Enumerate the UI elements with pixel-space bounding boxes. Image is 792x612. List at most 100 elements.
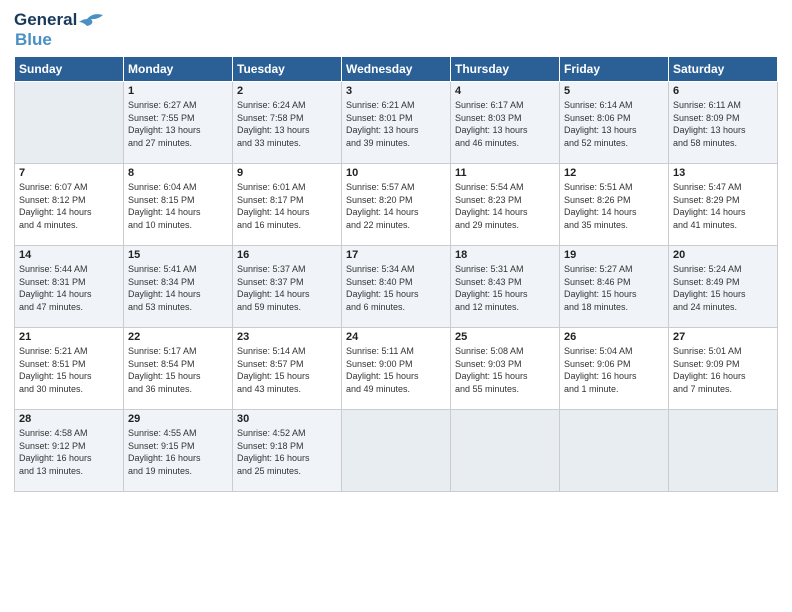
cell-sun-info: Sunrise: 5:24 AM Sunset: 8:49 PM Dayligh… — [673, 263, 773, 313]
header-row: SundayMondayTuesdayWednesdayThursdayFrid… — [15, 57, 778, 82]
header-day-wednesday: Wednesday — [342, 57, 451, 82]
day-number: 25 — [455, 331, 555, 343]
logo-blue: Blue — [14, 30, 52, 50]
cell-sun-info: Sunrise: 6:17 AM Sunset: 8:03 PM Dayligh… — [455, 99, 555, 149]
calendar-cell: 9 Sunrise: 6:01 AM Sunset: 8:17 PM Daylig… — [233, 164, 342, 246]
cell-sun-info: Sunrise: 6:01 AM Sunset: 8:17 PM Dayligh… — [237, 181, 337, 231]
header-day-friday: Friday — [560, 57, 669, 82]
cell-sun-info: Sunrise: 6:27 AM Sunset: 7:55 PM Dayligh… — [128, 99, 228, 149]
cell-sun-info: Sunrise: 5:44 AM Sunset: 8:31 PM Dayligh… — [19, 263, 119, 313]
cell-sun-info: Sunrise: 6:24 AM Sunset: 7:58 PM Dayligh… — [237, 99, 337, 149]
cell-sun-info: Sunrise: 5:08 AM Sunset: 9:03 PM Dayligh… — [455, 345, 555, 395]
calendar-cell: 11 Sunrise: 5:54 AM Sunset: 8:23 PM Dayli… — [451, 164, 560, 246]
cell-sun-info: Sunrise: 6:07 AM Sunset: 8:12 PM Dayligh… — [19, 181, 119, 231]
cell-sun-info: Sunrise: 5:17 AM Sunset: 8:54 PM Dayligh… — [128, 345, 228, 395]
day-number: 24 — [346, 331, 446, 343]
page: General Blue SundayMondayTuesdayWednesda… — [0, 0, 792, 502]
calendar-cell: 24Sunrise: 5:11 AM Sunset: 9:00 PM Dayli… — [342, 328, 451, 410]
week-row-1: 1 Sunrise: 6:27 AM Sunset: 7:55 PM Daylig… — [15, 82, 778, 164]
calendar-table: SundayMondayTuesdayWednesdayThursdayFrid… — [14, 56, 778, 492]
cell-sun-info: Sunrise: 5:34 AM Sunset: 8:40 PM Dayligh… — [346, 263, 446, 313]
day-number: 1 — [128, 85, 228, 97]
day-number: 12 — [564, 167, 664, 179]
calendar-cell: 25 Sunrise: 5:08 AM Sunset: 9:03 PM Dayli… — [451, 328, 560, 410]
day-number: 16 — [237, 249, 337, 261]
calendar-cell: 22 Sunrise: 5:17 AM Sunset: 8:54 PM Dayli… — [124, 328, 233, 410]
day-number: 3 — [346, 85, 446, 97]
week-row-2: 7 Sunrise: 6:07 AM Sunset: 8:12 PM Daylig… — [15, 164, 778, 246]
week-row-3: 14Sunrise: 5:44 AM Sunset: 8:31 PM Dayli… — [15, 246, 778, 328]
day-number: 19 — [564, 249, 664, 261]
cell-sun-info: Sunrise: 6:11 AM Sunset: 8:09 PM Dayligh… — [673, 99, 773, 149]
cell-sun-info: Sunrise: 5:37 AM Sunset: 8:37 PM Dayligh… — [237, 263, 337, 313]
calendar-cell: 17Sunrise: 5:34 AM Sunset: 8:40 PM Dayli… — [342, 246, 451, 328]
cell-sun-info: Sunrise: 5:47 AM Sunset: 8:29 PM Dayligh… — [673, 181, 773, 231]
calendar-cell: 30Sunrise: 4:52 AM Sunset: 9:18 PM Dayli… — [233, 410, 342, 492]
day-number: 9 — [237, 167, 337, 179]
calendar-cell: 15Sunrise: 5:41 AM Sunset: 8:34 PM Dayli… — [124, 246, 233, 328]
day-number: 28 — [19, 413, 119, 425]
calendar-cell — [342, 410, 451, 492]
calendar-cell — [15, 82, 124, 164]
cell-sun-info: Sunrise: 6:14 AM Sunset: 8:06 PM Dayligh… — [564, 99, 664, 149]
day-number: 6 — [673, 85, 773, 97]
logo-general: General — [14, 10, 77, 30]
calendar-cell: 27Sunrise: 5:01 AM Sunset: 9:09 PM Dayli… — [669, 328, 778, 410]
logo-bird-icon — [79, 12, 103, 26]
cell-sun-info: Sunrise: 5:31 AM Sunset: 8:43 PM Dayligh… — [455, 263, 555, 313]
calendar-cell: 14Sunrise: 5:44 AM Sunset: 8:31 PM Dayli… — [15, 246, 124, 328]
calendar-cell: 26Sunrise: 5:04 AM Sunset: 9:06 PM Dayli… — [560, 328, 669, 410]
calendar-cell — [560, 410, 669, 492]
calendar-cell: 6 Sunrise: 6:11 AM Sunset: 8:09 PM Daylig… — [669, 82, 778, 164]
day-number: 10 — [346, 167, 446, 179]
day-number: 13 — [673, 167, 773, 179]
calendar-cell: 16 Sunrise: 5:37 AM Sunset: 8:37 PM Dayli… — [233, 246, 342, 328]
cell-sun-info: Sunrise: 6:21 AM Sunset: 8:01 PM Dayligh… — [346, 99, 446, 149]
cell-sun-info: Sunrise: 5:51 AM Sunset: 8:26 PM Dayligh… — [564, 181, 664, 231]
cell-sun-info: Sunrise: 5:21 AM Sunset: 8:51 PM Dayligh… — [19, 345, 119, 395]
calendar-cell: 10 Sunrise: 5:57 AM Sunset: 8:20 PM Dayli… — [342, 164, 451, 246]
calendar-cell: 18 Sunrise: 5:31 AM Sunset: 8:43 PM Dayli… — [451, 246, 560, 328]
day-number: 11 — [455, 167, 555, 179]
calendar-cell: 21 Sunrise: 5:21 AM Sunset: 8:51 PM Dayli… — [15, 328, 124, 410]
day-number: 7 — [19, 167, 119, 179]
calendar-cell: 13 Sunrise: 5:47 AM Sunset: 8:29 PM Dayli… — [669, 164, 778, 246]
day-number: 5 — [564, 85, 664, 97]
day-number: 20 — [673, 249, 773, 261]
calendar-cell: 8 Sunrise: 6:04 AM Sunset: 8:15 PM Daylig… — [124, 164, 233, 246]
week-row-4: 21 Sunrise: 5:21 AM Sunset: 8:51 PM Dayli… — [15, 328, 778, 410]
header-day-thursday: Thursday — [451, 57, 560, 82]
header-day-monday: Monday — [124, 57, 233, 82]
cell-sun-info: Sunrise: 5:01 AM Sunset: 9:09 PM Dayligh… — [673, 345, 773, 395]
calendar-cell: 5 Sunrise: 6:14 AM Sunset: 8:06 PM Daylig… — [560, 82, 669, 164]
day-number: 4 — [455, 85, 555, 97]
day-number: 29 — [128, 413, 228, 425]
header-day-sunday: Sunday — [15, 57, 124, 82]
day-number: 22 — [128, 331, 228, 343]
calendar-cell: 4 Sunrise: 6:17 AM Sunset: 8:03 PM Daylig… — [451, 82, 560, 164]
day-number: 15 — [128, 249, 228, 261]
header-day-tuesday: Tuesday — [233, 57, 342, 82]
day-number: 21 — [19, 331, 119, 343]
calendar-cell: 28 Sunrise: 4:58 AM Sunset: 9:12 PM Dayli… — [15, 410, 124, 492]
cell-sun-info: Sunrise: 5:14 AM Sunset: 8:57 PM Dayligh… — [237, 345, 337, 395]
day-number: 8 — [128, 167, 228, 179]
week-row-5: 28 Sunrise: 4:58 AM Sunset: 9:12 PM Dayli… — [15, 410, 778, 492]
cell-sun-info: Sunrise: 5:57 AM Sunset: 8:20 PM Dayligh… — [346, 181, 446, 231]
calendar-cell: 12 Sunrise: 5:51 AM Sunset: 8:26 PM Dayli… — [560, 164, 669, 246]
calendar-cell — [669, 410, 778, 492]
calendar-cell: 19 Sunrise: 5:27 AM Sunset: 8:46 PM Dayli… — [560, 246, 669, 328]
calendar-cell: 23Sunrise: 5:14 AM Sunset: 8:57 PM Dayli… — [233, 328, 342, 410]
cell-sun-info: Sunrise: 5:27 AM Sunset: 8:46 PM Dayligh… — [564, 263, 664, 313]
day-number: 18 — [455, 249, 555, 261]
calendar-cell: 29Sunrise: 4:55 AM Sunset: 9:15 PM Dayli… — [124, 410, 233, 492]
day-number: 30 — [237, 413, 337, 425]
cell-sun-info: Sunrise: 6:04 AM Sunset: 8:15 PM Dayligh… — [128, 181, 228, 231]
header-day-saturday: Saturday — [669, 57, 778, 82]
cell-sun-info: Sunrise: 5:04 AM Sunset: 9:06 PM Dayligh… — [564, 345, 664, 395]
cell-sun-info: Sunrise: 5:54 AM Sunset: 8:23 PM Dayligh… — [455, 181, 555, 231]
calendar-cell: 3 Sunrise: 6:21 AM Sunset: 8:01 PM Daylig… — [342, 82, 451, 164]
day-number: 2 — [237, 85, 337, 97]
logo: General Blue — [14, 10, 103, 50]
cell-sun-info: Sunrise: 4:58 AM Sunset: 9:12 PM Dayligh… — [19, 427, 119, 477]
